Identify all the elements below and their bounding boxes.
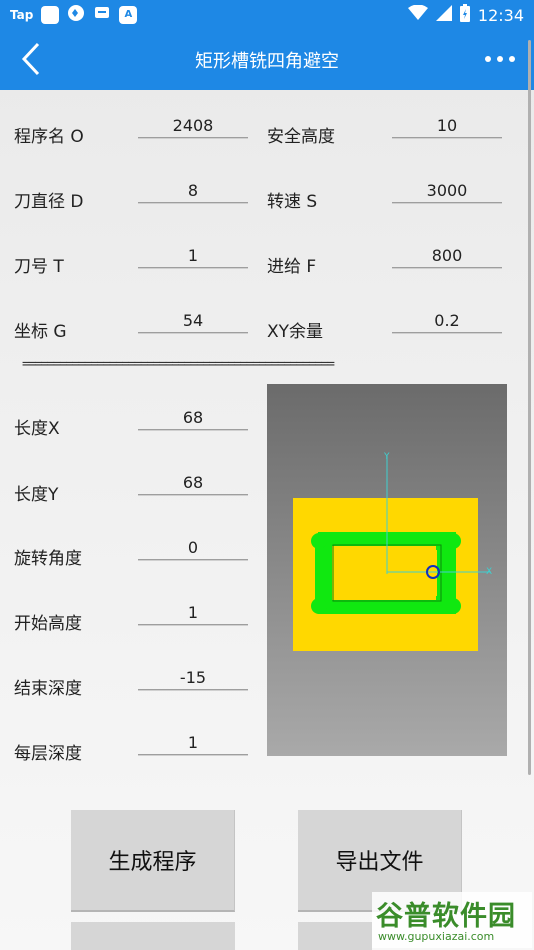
status-bar: Tap A 12:34 <box>0 0 534 28</box>
coordinate-input[interactable] <box>138 308 248 333</box>
xy-allowance-input[interactable] <box>392 308 502 333</box>
end-depth-label: 结束深度 <box>14 679 82 699</box>
square-app-icon <box>41 6 60 24</box>
axis-x-label: X <box>486 567 492 577</box>
safe-height-input[interactable] <box>392 113 502 138</box>
next-row-button-left[interactable] <box>71 922 235 950</box>
layer-depth-label: 每层深度 <box>14 744 82 764</box>
length-x-input[interactable] <box>138 405 248 430</box>
axis-y-label: Y <box>383 452 390 462</box>
tap-icon: Tap <box>10 8 34 22</box>
spindle-speed-input[interactable] <box>392 178 502 203</box>
wifi-icon <box>407 4 428 25</box>
coordinate-label: 坐标 G <box>14 322 67 342</box>
scrollbar[interactable] <box>528 40 531 775</box>
layer-depth-input[interactable] <box>138 730 248 755</box>
dot-icon <box>509 56 515 62</box>
tool-diameter-label: 刀直径 D <box>14 192 84 212</box>
watermark-title: 谷普软件园 <box>376 901 516 932</box>
app-bar: 矩形槽铣四角避空 <box>0 28 534 90</box>
battery-icon <box>459 4 470 26</box>
watermark-url: www.gupuxiazai.com <box>378 930 495 943</box>
tool-number-label: 刀号 T <box>14 257 64 277</box>
section-divider: ========================================… <box>22 357 335 372</box>
shield-icon <box>67 4 85 26</box>
tool-diameter-input[interactable] <box>138 178 248 203</box>
start-height-input[interactable] <box>138 600 248 625</box>
start-height-label: 开始高度 <box>14 614 82 634</box>
length-x-label: 长度X <box>14 419 60 439</box>
safe-height-label: 安全高度 <box>267 127 335 147</box>
watermark: 谷普软件园 www.gupuxiazai.com <box>372 892 532 948</box>
program-name-input[interactable] <box>138 113 248 138</box>
rotation-angle-input[interactable] <box>138 535 248 560</box>
clock-time: 12:34 <box>477 5 524 25</box>
generate-program-button[interactable]: 生成程序 <box>71 810 235 912</box>
spindle-speed-label: 转速 S <box>267 192 318 212</box>
length-y-label: 长度Y <box>14 485 59 505</box>
message-icon <box>93 4 111 26</box>
length-y-input[interactable] <box>138 470 248 495</box>
more-options-button[interactable] <box>482 46 518 72</box>
dot-icon <box>485 56 491 62</box>
a-icon: A <box>119 6 138 24</box>
next-row-button-right[interactable] <box>298 922 372 950</box>
tool-number-input[interactable] <box>138 243 248 268</box>
toolpath-preview: Y X <box>267 384 507 756</box>
feed-rate-label: 进给 F <box>267 257 317 277</box>
end-depth-input[interactable] <box>138 665 248 690</box>
toolpath-drawing: Y X <box>293 452 492 651</box>
dot-icon <box>497 56 503 62</box>
feed-rate-input[interactable] <box>392 243 502 268</box>
page-title: 矩形槽铣四角避空 <box>195 51 339 72</box>
program-name-label: 程序名 O <box>14 127 84 147</box>
rotation-angle-label: 旋转角度 <box>14 549 82 569</box>
xy-allowance-label: XY余量 <box>267 322 324 342</box>
signal-icon <box>435 5 452 25</box>
